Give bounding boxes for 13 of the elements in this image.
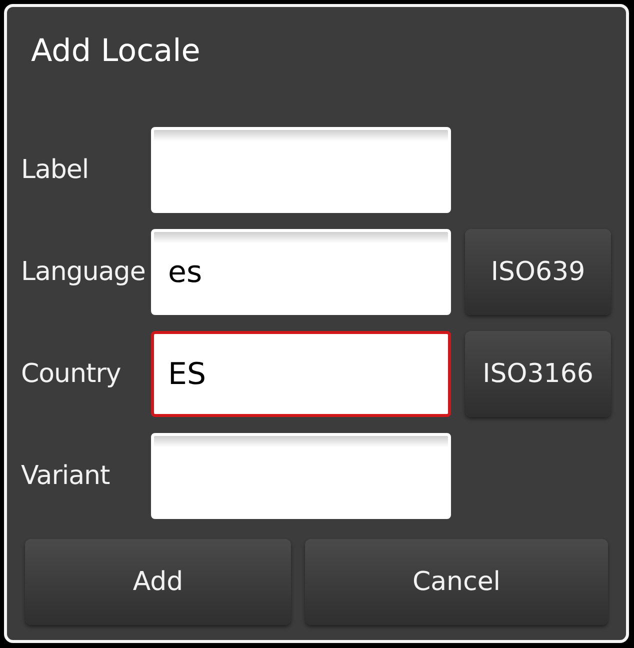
- field-label: Country: [20, 359, 122, 389]
- lookup-button[interactable]: ISO3166: [465, 331, 611, 417]
- lookup-button[interactable]: ISO639: [465, 229, 611, 315]
- input-field[interactable]: [151, 433, 451, 519]
- input-field[interactable]: [151, 127, 451, 213]
- dialog-button[interactable]: Cancel: [305, 539, 608, 625]
- input-field[interactable]: es: [151, 229, 451, 315]
- field-label: Label: [20, 155, 90, 185]
- input-field[interactable]: ES: [151, 331, 451, 417]
- dialog-button[interactable]: Add: [25, 539, 291, 625]
- field-label: Variant: [20, 461, 111, 491]
- dialog-title: Add Locale: [30, 32, 202, 71]
- field-label: Language: [20, 257, 146, 287]
